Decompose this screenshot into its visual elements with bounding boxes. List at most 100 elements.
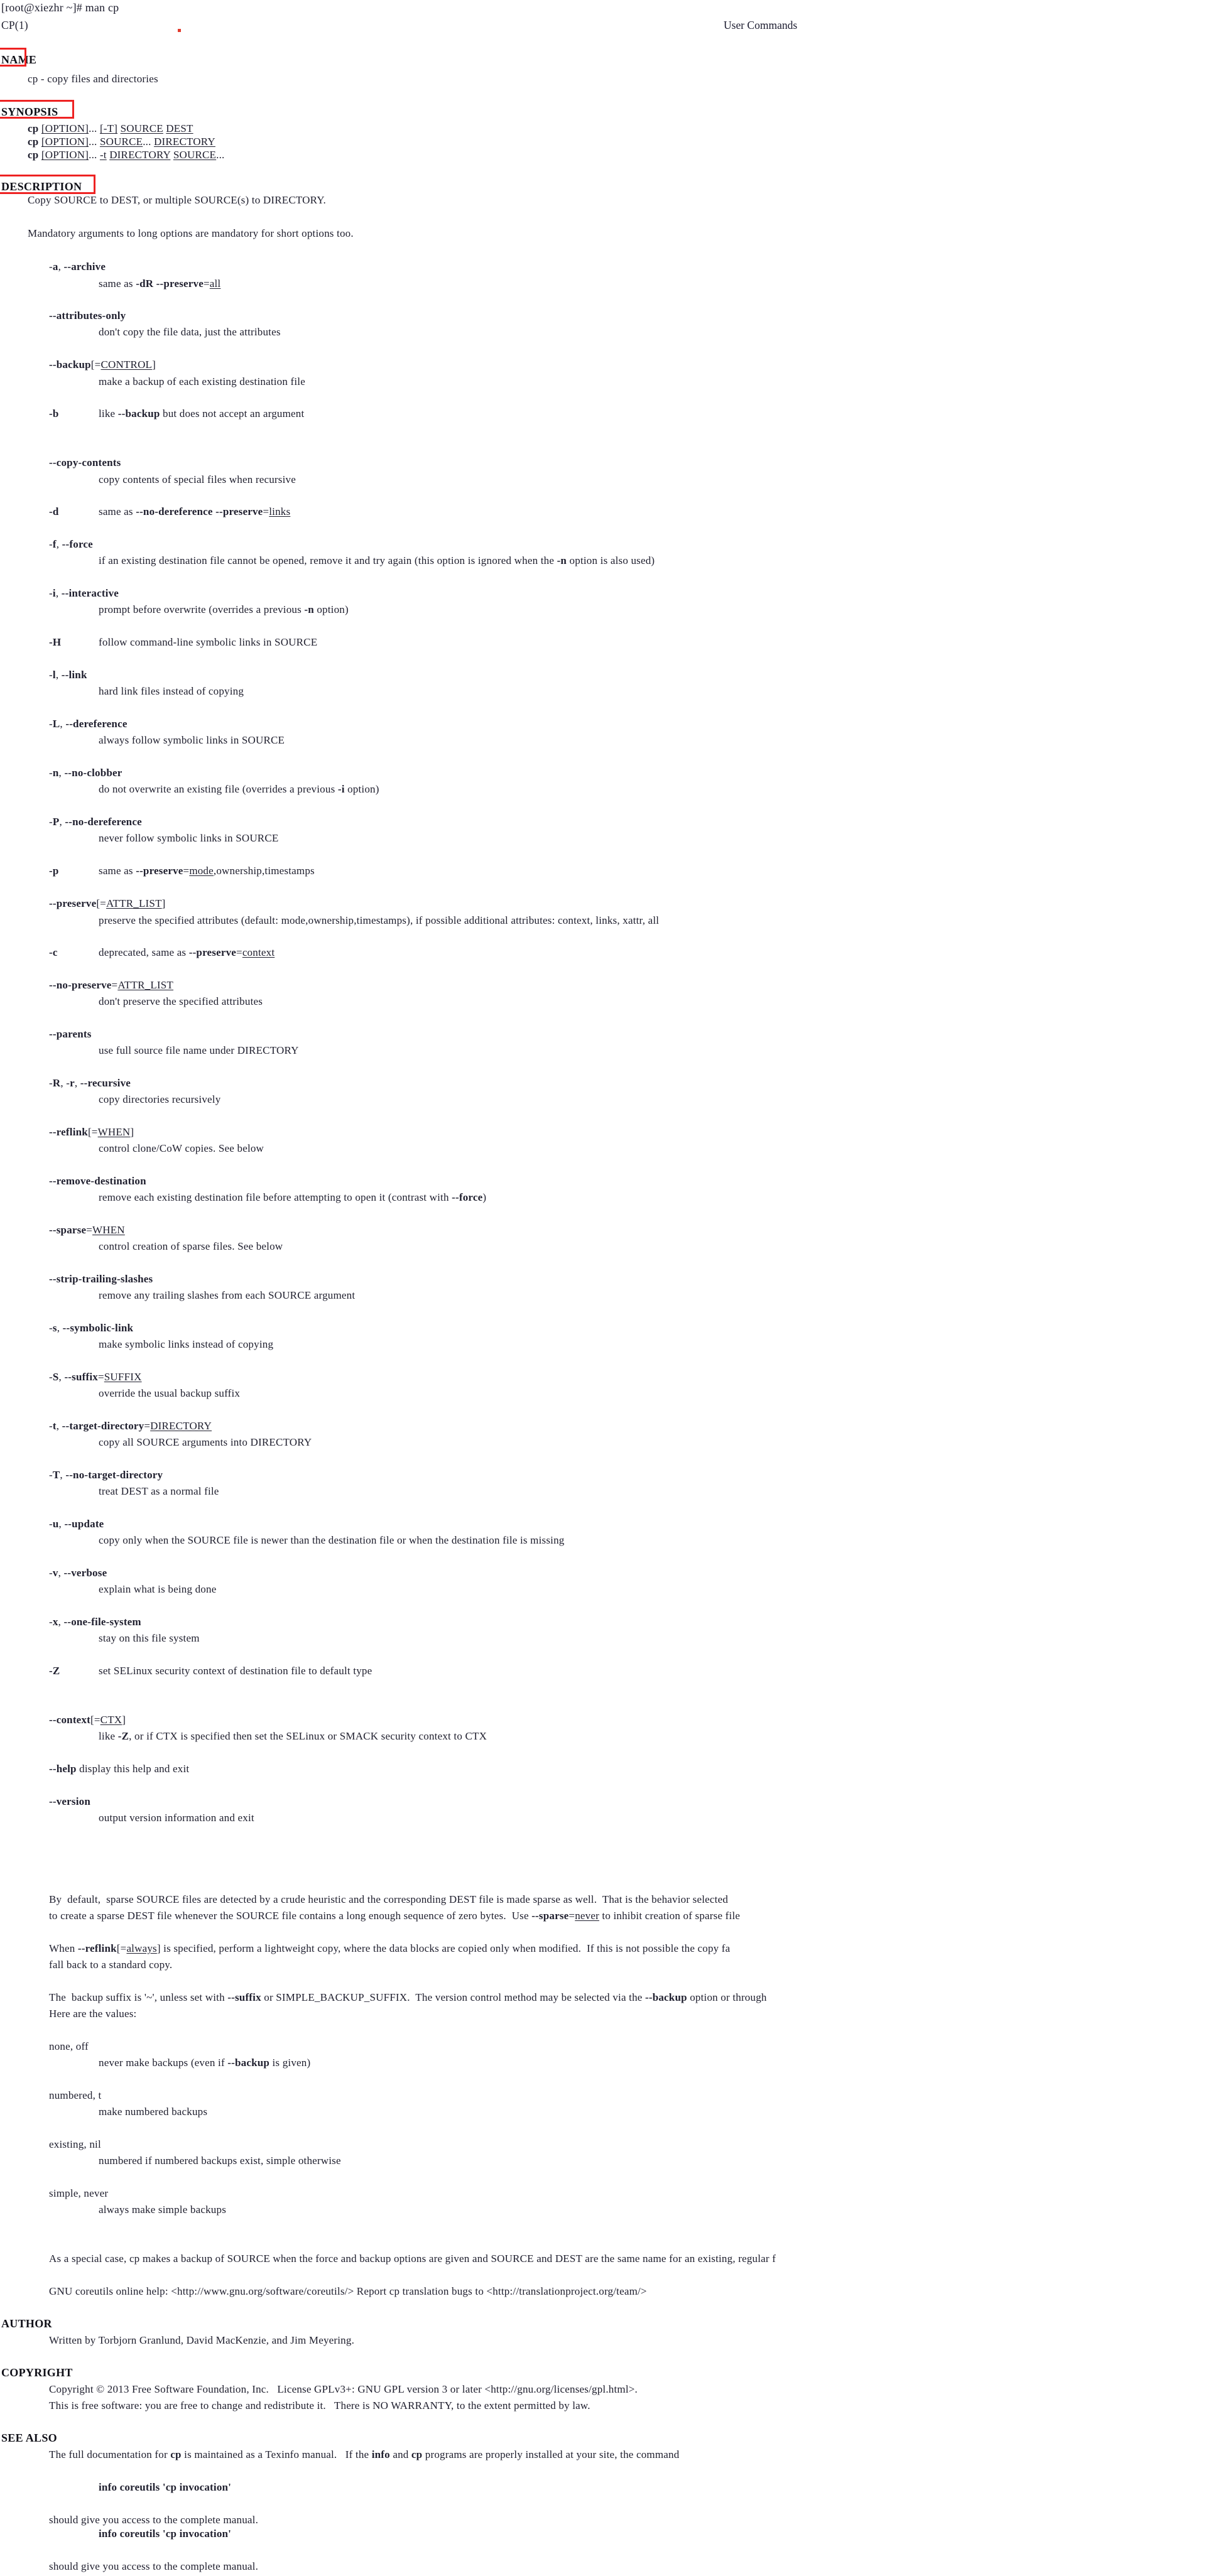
option-flag-reflink: --reflink[=WHEN] [49, 1126, 134, 1138]
option-flag-force: -f, --force [49, 538, 93, 550]
option-desc-preserve: preserve the specified attributes (defau… [99, 914, 660, 926]
option-flag-help: --help display this help and exit [49, 1763, 190, 1775]
option-desc-verbose: explain what is being done [99, 1583, 217, 1595]
option-desc-sparse: control creation of sparse files. See be… [99, 1240, 283, 1252]
backup-value-name-3: simple, never [49, 2187, 109, 2199]
annotation-dot [178, 29, 181, 32]
option-desc-one-file-system: stay on this file system [99, 1632, 200, 1644]
option-flag-dereference: -L, --dereference [49, 718, 128, 730]
terminal-prompt-line: [root@xiezhr ~]# man cp [1, 1, 119, 14]
option-flag-target-directory: -t, --target-directory=DIRECTORY [49, 1420, 212, 1432]
option-flag-update: -u, --update [49, 1518, 104, 1530]
option-flag-strip-trailing-slashes: --strip-trailing-slashes [49, 1273, 153, 1285]
option-desc-Z: set SELinux security context of destinat… [99, 1665, 372, 1677]
option-desc-force: if an existing destination file cannot b… [99, 555, 655, 566]
option-flag-one-file-system: -x, --one-file-system [49, 1616, 141, 1628]
see-also-line-2: should give you access to the complete m… [49, 2514, 259, 2526]
section-heading-copyright: COPYRIGHT [1, 2366, 73, 2379]
backup-value-desc-1: make numbered backups [99, 2106, 208, 2118]
backup-value-desc-3: always make simple backups [99, 2204, 227, 2216]
option-flag-archive: -a, --archive [49, 261, 106, 273]
section-heading-synopsis: SYNOPSIS [1, 106, 58, 118]
author-body: Written by Torbjorn Granlund, David MacK… [49, 2334, 355, 2346]
option-flag-verbose: -v, --verbose [49, 1567, 107, 1579]
option-desc-link: hard link files instead of copying [99, 685, 244, 697]
option-flag-version: --version [49, 1795, 91, 1807]
suffix-paragraph-line-1: The backup suffix is '~', unless set wit… [49, 1991, 767, 2003]
option-flag-preserve: --preserve[=ATTR_LIST] [49, 897, 166, 909]
option-flag-recursive: -R, -r, --recursive [49, 1077, 131, 1089]
option-flag-suffix: -S, --suffix=SUFFIX [49, 1371, 142, 1383]
option-desc-target-directory: copy all SOURCE arguments into DIRECTORY [99, 1436, 312, 1448]
online-help-line: GNU coreutils online help: <http://www.g… [49, 2285, 647, 2297]
see-also-command-1: info coreutils 'cp invocation' [99, 2481, 232, 2493]
option-desc-H: follow command-line symbolic links in SO… [99, 636, 318, 648]
option-desc-context: like -Z, or if CTX is specified then set… [99, 1730, 487, 1742]
option-desc-remove-destination: remove each existing destination file be… [99, 1191, 487, 1203]
section-heading-description: DESCRIPTION [1, 180, 82, 193]
option-flag-no-target-directory: -T, --no-target-directory [49, 1469, 163, 1481]
option-desc-copy-contents: copy contents of special files when recu… [99, 474, 296, 485]
option-desc-p: same as --preserve=mode,ownership,timest… [99, 865, 315, 877]
suffix-paragraph-line-2: Here are the values: [49, 2008, 137, 2020]
section-heading-author: AUTHOR [1, 2317, 52, 2330]
description-intro-1: Copy SOURCE to DEST, or multiple SOURCE(… [28, 194, 326, 206]
option-desc-archive: same as -dR --preserve=all [99, 278, 221, 290]
option-desc-suffix: override the usual backup suffix [99, 1387, 241, 1399]
option-desc-no-preserve: don't preserve the specified attributes [99, 995, 263, 1007]
option-desc-interactive: prompt before overwrite (overrides a pre… [99, 603, 349, 615]
option-desc-symbolic-link: make symbolic links instead of copying [99, 1338, 274, 1350]
option-flag-interactive: -i, --interactive [49, 587, 119, 599]
see-also-line-3: should give you access to the complete m… [49, 2560, 259, 2572]
option-desc-parents: use full source file name under DIRECTOR… [99, 1044, 299, 1056]
backup-value-name-2: existing, nil [49, 2138, 101, 2150]
reflink-paragraph-line-1: When --reflink[=always] is specified, pe… [49, 1942, 731, 1954]
synopsis-line-2: cp [OPTION]... SOURCE... DIRECTORY [28, 136, 215, 148]
option-flag-symbolic-link: -s, --symbolic-link [49, 1322, 134, 1334]
option-flag-link: -l, --link [49, 669, 87, 681]
option-desc-backup: make a backup of each existing destinati… [99, 376, 305, 387]
option-desc-b: like --backup but does not accept an arg… [99, 408, 305, 419]
see-also-command-2: info coreutils 'cp invocation' [99, 2528, 232, 2540]
manpage-header-center: User Commands [724, 19, 798, 31]
option-flag-attributes-only: --attributes-only [49, 310, 126, 322]
option-flag-no-dereference: -P, --no-dereference [49, 816, 142, 828]
copyright-body-line-2: This is free software: you are free to c… [49, 2400, 590, 2411]
name-body: cp - copy files and directories [28, 73, 158, 85]
option-flag-copy-contents: --copy-contents [49, 457, 121, 468]
option-desc-dereference: always follow symbolic links in SOURCE [99, 734, 285, 746]
option-desc-attributes-only: don't copy the file data, just the attri… [99, 326, 281, 338]
backup-value-desc-0: never make backups (even if --backup is … [99, 2057, 311, 2069]
see-also-line-1: The full documentation for cp is maintai… [49, 2449, 680, 2460]
option-flag-H: -H [49, 636, 62, 648]
option-desc-reflink: control clone/CoW copies. See below [99, 1142, 264, 1154]
option-flag-no-clobber: -n, --no-clobber [49, 767, 122, 779]
manpage-screenshot: [root@xiezhr ~]# man cp CP(1) User Comma… [0, 0, 1218, 2576]
backup-value-name-1: numbered, t [49, 2089, 102, 2101]
option-desc-recursive: copy directories recursively [99, 1093, 221, 1105]
synopsis-line-1: cp [OPTION]... [-T] SOURCE DEST [28, 122, 193, 134]
option-flag-Z: -Z [49, 1665, 60, 1677]
description-intro-2: Mandatory arguments to long options are … [28, 227, 354, 239]
synopsis-line-3: cp [OPTION]... -t DIRECTORY SOURCE... [28, 149, 225, 161]
reflink-paragraph-line-2: fall back to a standard copy. [49, 1959, 173, 1971]
option-desc-update: copy only when the SOURCE file is newer … [99, 1534, 565, 1546]
sparse-paragraph-line-1: By default, sparse SOURCE files are dete… [49, 1893, 729, 1905]
sparse-paragraph-line-2: to create a sparse DEST file whenever th… [49, 1910, 741, 1922]
option-flag-parents: --parents [49, 1028, 92, 1040]
backup-value-desc-2: numbered if numbered backups exist, simp… [99, 2155, 341, 2167]
manpage-header-left: CP(1) [1, 19, 28, 31]
option-desc-d: same as --no-dereference --preserve=link… [99, 506, 291, 517]
option-flag-no-preserve: --no-preserve=ATTR_LIST [49, 979, 174, 991]
option-flag-d: -d [49, 506, 59, 517]
section-heading-see-also: SEE ALSO [1, 2432, 57, 2444]
option-flag-c: -c [49, 946, 58, 958]
backup-value-name-0: none, off [49, 2040, 89, 2052]
option-desc-version: output version information and exit [99, 1812, 254, 1824]
option-flag-remove-destination: --remove-destination [49, 1175, 146, 1187]
option-desc-no-dereference: never follow symbolic links in SOURCE [99, 832, 279, 844]
option-flag-b: -b [49, 408, 59, 419]
option-flag-backup: --backup[=CONTROL] [49, 359, 156, 371]
option-desc-no-target-directory: treat DEST as a normal file [99, 1485, 219, 1497]
section-heading-name: NAME [1, 53, 37, 66]
